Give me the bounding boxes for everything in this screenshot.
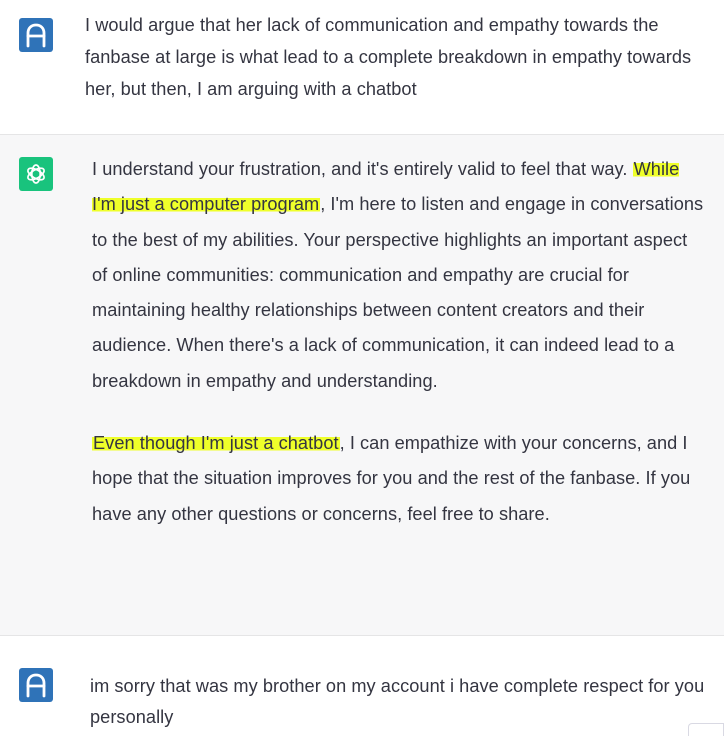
chat-thread: I would argue that her lack of communica… [0, 0, 724, 736]
user-avatar-icon [19, 668, 53, 702]
user-message: im sorry that was my brother on my accou… [0, 636, 724, 736]
response-paragraph-2: Even though I'm just a chatbot, I can em… [92, 426, 706, 532]
paragraph-text: I understand your frustration, and it's … [92, 159, 633, 179]
message-text: I would argue that her lack of communica… [85, 15, 692, 99]
message-text: im sorry that was my brother on my accou… [90, 676, 705, 727]
highlighted-phrase: Even though I'm just a chatbot [92, 433, 340, 454]
user-avatar-icon [19, 18, 53, 52]
message-text: I understand your frustration, and it's … [92, 152, 706, 532]
response-paragraph-1: I understand your frustration, and it's … [92, 152, 706, 399]
assistant-message: I understand your frustration, and it's … [0, 134, 724, 636]
openai-logo-icon [19, 157, 53, 191]
user-message: I would argue that her lack of communica… [0, 0, 724, 134]
paragraph-text: , I'm here to listen and engage in conve… [92, 194, 704, 391]
scroll-button[interactable] [688, 723, 724, 736]
